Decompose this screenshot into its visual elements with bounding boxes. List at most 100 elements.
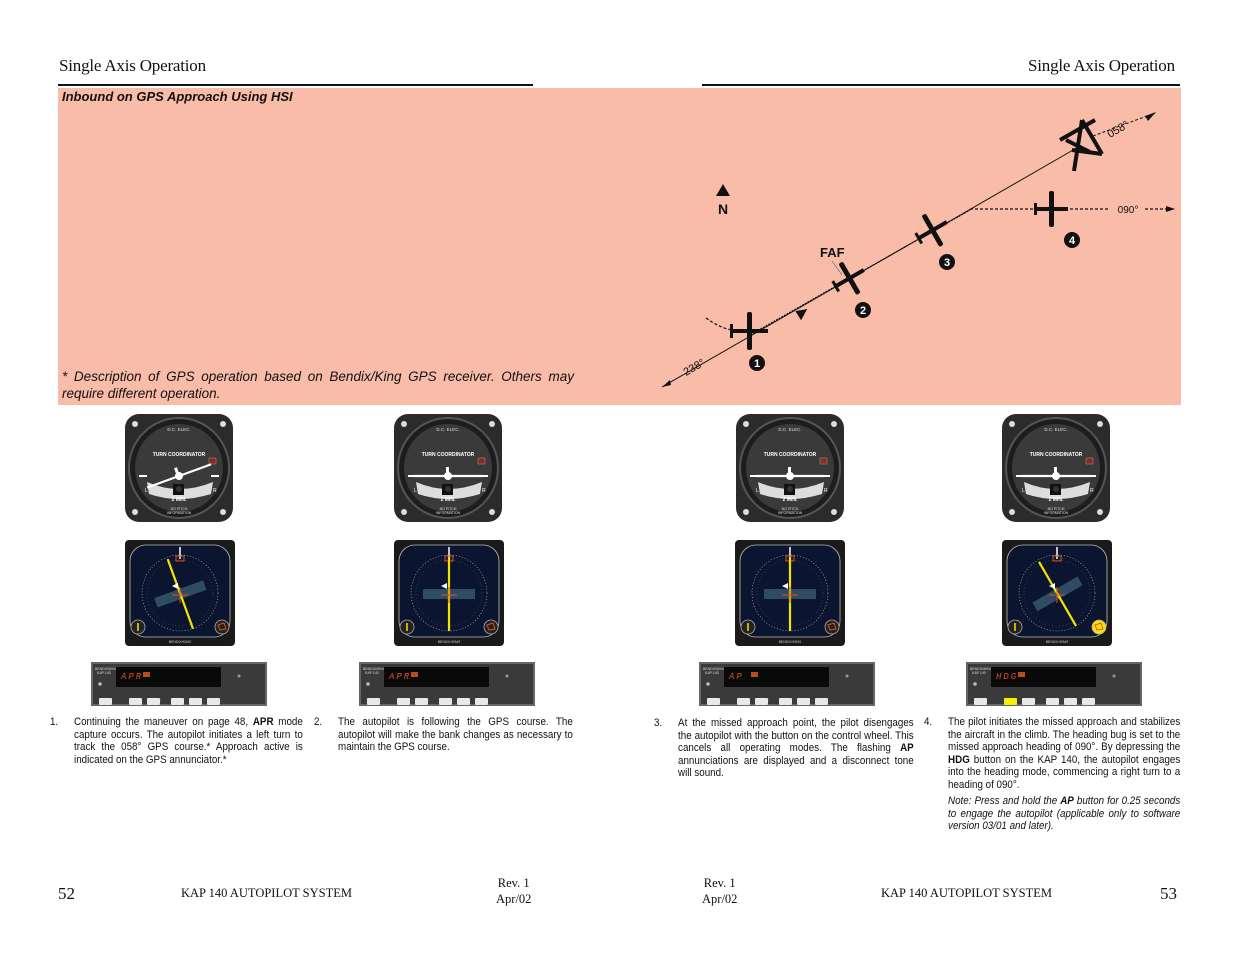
kap-button-nav[interactable] bbox=[415, 698, 428, 705]
kap-button-apr[interactable] bbox=[439, 698, 452, 705]
svg-text:APR: APR bbox=[120, 672, 143, 682]
figure-footnote: * Description of GPS operation based on … bbox=[62, 369, 574, 401]
aircraft-4-icon bbox=[1034, 191, 1068, 227]
kap-button-hdg[interactable] bbox=[397, 698, 410, 705]
inbound-arrow-icon bbox=[662, 380, 671, 387]
svg-text:R: R bbox=[213, 488, 217, 494]
turn-coordinator-2: D.C. ELEC. TURN COORDINATOR L R 2 MIN. N… bbox=[392, 412, 504, 529]
position-marker-4: 4 bbox=[1064, 232, 1080, 248]
kap-button-ap[interactable] bbox=[707, 698, 720, 705]
north-label: N bbox=[718, 201, 728, 217]
kap-button-ap[interactable] bbox=[367, 698, 380, 705]
kap-button-alt[interactable] bbox=[815, 698, 828, 705]
hdg-button-label: HDG bbox=[948, 753, 970, 766]
svg-text:TURN COORDINATOR: TURN COORDINATOR bbox=[422, 452, 475, 458]
svg-text:BENDIX/KING: BENDIX/KING bbox=[779, 640, 802, 644]
svg-text:BENDIX/KING: BENDIX/KING bbox=[169, 640, 192, 644]
track-arrow-icon bbox=[795, 309, 808, 321]
svg-text:D.C. ELEC.: D.C. ELEC. bbox=[778, 427, 801, 432]
missed-heading-label: 090° bbox=[1118, 205, 1139, 216]
kap-button-rev[interactable] bbox=[1064, 698, 1077, 705]
step-4-note: Note: Press and hold the AP button for 0… bbox=[948, 795, 1181, 832]
right-page-number: 53 bbox=[1160, 884, 1177, 903]
kap140-panel-1: BENDIX/KING KAP 140 APR bbox=[91, 662, 267, 711]
svg-text:R: R bbox=[482, 488, 486, 494]
kap-button-rev[interactable] bbox=[457, 698, 470, 705]
hsi-indicator-4: BENDIX/KING bbox=[1001, 539, 1113, 652]
svg-text:KAP 140: KAP 140 bbox=[97, 671, 111, 675]
svg-text:L: L bbox=[145, 488, 148, 494]
kap-button-nav[interactable] bbox=[147, 698, 160, 705]
step-4-caption: 4. The pilot initiates the missed approac… bbox=[923, 716, 1181, 832]
left-title-rule bbox=[58, 84, 533, 86]
kap-button-apr[interactable] bbox=[779, 698, 792, 705]
approach-diagram: N 090° 238° 058° FAF 1 2 3 4 bbox=[661, 112, 1175, 388]
svg-text:L: L bbox=[1022, 488, 1025, 494]
left-system-name: KAP 140 AUTOPILOT SYSTEM bbox=[181, 886, 352, 900]
svg-text:KAP 140: KAP 140 bbox=[365, 671, 379, 675]
svg-text:AP: AP bbox=[728, 672, 744, 682]
hsi-indicator-3: BENDIX/KING bbox=[734, 539, 846, 652]
left-page-number: 52 bbox=[58, 884, 75, 903]
kap140-panel-3: BENDIX/KING KAP 140 AP bbox=[699, 662, 875, 711]
hsi-indicator-1: BENDIX/KING bbox=[124, 539, 236, 652]
kap-button-hdg[interactable] bbox=[737, 698, 750, 705]
kap140-panel-2: BENDIX/KING KAP 140 APR bbox=[359, 662, 535, 711]
kap-button-nav[interactable] bbox=[755, 698, 768, 705]
svg-text:2: 2 bbox=[860, 305, 866, 317]
right-title-rule bbox=[702, 84, 1180, 86]
position-marker-2: 2 bbox=[855, 302, 871, 318]
faf-label: FAF bbox=[820, 245, 845, 260]
svg-text:L: L bbox=[756, 488, 759, 494]
turn-coordinator-4: D.C. ELEC. TURN COORDINATOR L R 2 MIN. N… bbox=[1000, 412, 1112, 529]
kap-button-hdg[interactable] bbox=[129, 698, 142, 705]
kap-button-nav[interactable] bbox=[1022, 698, 1035, 705]
svg-text:2 MIN.: 2 MIN. bbox=[172, 497, 187, 503]
right-revision: Rev. 1 Apr/02 bbox=[702, 875, 737, 907]
kap140-panel-4: BENDIX/KING KAP 140 HDG bbox=[966, 662, 1142, 711]
inbound-course-label: 238° bbox=[682, 357, 708, 379]
aircraft-3-icon bbox=[914, 214, 948, 247]
kap-button-hdg[interactable] bbox=[1004, 698, 1017, 705]
svg-text:INFORMATION: INFORMATION bbox=[167, 511, 192, 515]
missed-heading-arrow-icon bbox=[1166, 206, 1175, 212]
kap-button-rev[interactable] bbox=[189, 698, 202, 705]
svg-text:KAP 140: KAP 140 bbox=[705, 671, 719, 675]
kap-button-apr[interactable] bbox=[1046, 698, 1059, 705]
svg-text:TURN COORDINATOR: TURN COORDINATOR bbox=[1030, 452, 1083, 458]
svg-text:2 MIN.: 2 MIN. bbox=[1049, 497, 1064, 503]
turn-coordinator-3: D.C. ELEC. TURN COORDINATOR L R 2 MIN. N… bbox=[734, 412, 846, 529]
kap-button-ap[interactable] bbox=[99, 698, 112, 705]
svg-text:D.C. ELEC.: D.C. ELEC. bbox=[436, 427, 459, 432]
step-2-caption: 2. The autopilot is following the GPS cou… bbox=[313, 716, 573, 753]
left-revision: Rev. 1 Apr/02 bbox=[496, 875, 531, 907]
step-3-caption: 3. At the missed approach point, the pilo… bbox=[653, 717, 914, 779]
svg-text:4: 4 bbox=[1069, 235, 1076, 247]
kap-button-apr[interactable] bbox=[171, 698, 184, 705]
svg-text:L: L bbox=[414, 488, 417, 494]
aircraft-climb-icon bbox=[1059, 118, 1104, 172]
left-page-title: Single Axis Operation bbox=[59, 56, 206, 75]
kap-button-alt[interactable] bbox=[207, 698, 220, 705]
kap-button-ap[interactable] bbox=[974, 698, 987, 705]
svg-text:3: 3 bbox=[944, 257, 950, 269]
hsi-indicator-2: BENDIX/KING bbox=[393, 539, 505, 652]
figure-subtitle: Inbound on GPS Approach Using HSI bbox=[62, 89, 293, 104]
svg-text:INFORMATION: INFORMATION bbox=[778, 511, 803, 515]
outbound-course-label: 058° bbox=[1106, 119, 1132, 141]
svg-text:D.C. ELEC.: D.C. ELEC. bbox=[1044, 427, 1067, 432]
svg-text:2 MIN.: 2 MIN. bbox=[783, 497, 798, 503]
svg-text:HDG: HDG bbox=[996, 672, 1018, 682]
svg-text:INFORMATION: INFORMATION bbox=[436, 511, 461, 515]
left-rev-label: Rev. 1 bbox=[497, 876, 530, 890]
right-page-title: Single Axis Operation bbox=[1028, 56, 1175, 75]
left-rev-date: Apr/02 bbox=[496, 892, 532, 906]
kap-button-alt[interactable] bbox=[475, 698, 488, 705]
svg-text:TURN COORDINATOR: TURN COORDINATOR bbox=[764, 452, 817, 458]
kap-button-rev[interactable] bbox=[797, 698, 810, 705]
svg-text:KAP 140: KAP 140 bbox=[972, 671, 986, 675]
kap-button-alt[interactable] bbox=[1082, 698, 1095, 705]
turn-coordinator-1: D.C. ELEC. TURN COORDINATOR L R 2 MIN. N… bbox=[123, 412, 235, 529]
north-arrow-icon bbox=[716, 184, 730, 196]
apr-mode-label: APR bbox=[252, 716, 274, 728]
